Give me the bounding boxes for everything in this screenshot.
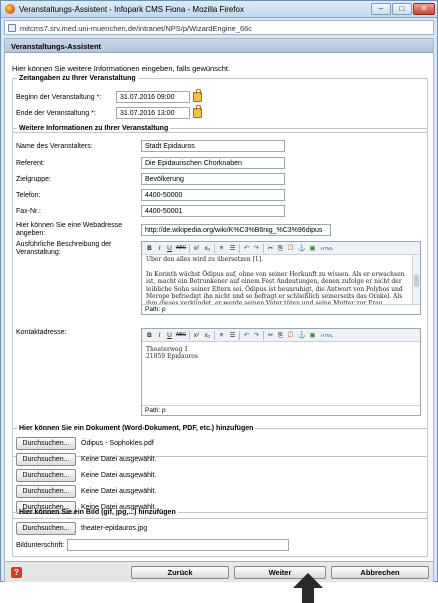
underline-button[interactable]: U: [165, 244, 174, 253]
organizer-label: Name des Veranstalters:: [16, 143, 93, 150]
undo-icon[interactable]: ↶: [242, 244, 251, 253]
page-header: Veranstaltungs-Assistent: [5, 39, 433, 53]
paste-icon[interactable]: 📋: [286, 331, 295, 340]
bold-button[interactable]: B: [145, 244, 154, 253]
wizard-footer: ? Zurück Weiter Abbrechen: [5, 561, 433, 582]
phone-input[interactable]: 4400-50000: [141, 189, 285, 201]
description-label: Ausführliche Beschreibung der Veranstalt…: [16, 241, 112, 256]
unordered-list-icon[interactable]: ≡: [217, 244, 226, 253]
superscript-button[interactable]: x²: [192, 244, 201, 253]
unordered-list-icon[interactable]: ≡: [217, 331, 226, 340]
cut-icon[interactable]: ✂: [266, 331, 275, 340]
browse-document-button-4[interactable]: Durchsuchen...: [16, 485, 76, 498]
caption-input[interactable]: [67, 539, 289, 551]
bold-button[interactable]: B: [145, 331, 154, 340]
ordered-list-icon[interactable]: ☰: [228, 331, 237, 340]
lock-icon[interactable]: [193, 105, 202, 118]
fax-input[interactable]: 4400-50001: [141, 205, 285, 217]
strike-button[interactable]: ABC: [175, 244, 187, 253]
time-legend: Zeitangaben zu Ihrer Veranstaltung: [19, 75, 136, 82]
minimize-button[interactable]: –: [371, 3, 391, 15]
wizard-page: Veranstaltungs-Assistent Hier können Sie…: [4, 38, 434, 582]
editor-toolbar: B I U ABC x² x₂ ≡ ☰ ↶ ↷ ✂ ⎘ 📋 ⚓ ▣ HTML: [142, 329, 420, 342]
cut-icon[interactable]: ✂: [266, 244, 275, 253]
page-icon: [8, 24, 16, 32]
end-label: Ende der Veranstaltung *:: [16, 110, 96, 117]
anchor-icon[interactable]: ⚓: [297, 331, 306, 340]
organizer-input[interactable]: Stadt Epidauros: [141, 140, 285, 152]
image-legend: Hier können Sie ein Bild (gif, jpg,...) …: [19, 509, 176, 516]
description-editor[interactable]: B I U ABC x² x₂ ≡ ☰ ↶ ↷ ✂ ⎘ 📋 ⚓ ▣ HTML Ü…: [141, 241, 421, 315]
start-label: Beginn der Veranstaltung *:: [16, 94, 102, 101]
url-text: mitcms7.srv.med.uni-muenchen.de/intranet…: [20, 24, 253, 33]
redo-icon[interactable]: ↷: [252, 244, 261, 253]
contact-editor[interactable]: B I U ABC x² x₂ ≡ ☰ ↶ ↷ ✂ ⎘ 📋 ⚓ ▣ HTML T…: [141, 328, 421, 416]
document-file-4: Keine Datei ausgewählt.: [81, 488, 157, 495]
speaker-input[interactable]: Die Epidaurischen Chorknaben: [141, 157, 285, 169]
copy-icon[interactable]: ⎘: [276, 244, 285, 253]
image-file: theater-epidauros.jpg: [81, 525, 148, 532]
image-icon[interactable]: ▣: [308, 244, 317, 253]
subscript-button[interactable]: x₂: [203, 331, 212, 340]
browse-image-button[interactable]: Durchsuchen...: [16, 522, 76, 535]
editor-path: Path: p: [142, 304, 420, 314]
ordered-list-icon[interactable]: ☰: [228, 244, 237, 253]
start-date-input[interactable]: 31.07.2016 09:00: [116, 91, 190, 103]
browser-window: Veranstaltungs-Assistent - Infopark CMS …: [0, 0, 438, 582]
fax-label: Fax-Nr.:: [16, 208, 41, 215]
info-legend: Weitere Informationen zu Ihrer Veranstal…: [19, 125, 169, 132]
audience-input[interactable]: Bevölkerung: [141, 173, 285, 185]
contact-label: Kontaktadresse:: [16, 329, 67, 336]
end-date-input[interactable]: 31.07.2016 13:00: [116, 107, 190, 119]
browse-document-button-1[interactable]: Durchsuchen...: [16, 437, 76, 450]
anchor-icon[interactable]: ⚓: [297, 244, 306, 253]
document-file-1: Ödipus - Sophokles.pdf: [81, 440, 154, 447]
image-icon[interactable]: ▣: [308, 331, 317, 340]
help-icon[interactable]: ?: [11, 567, 22, 578]
title-bar: Veranstaltungs-Assistent - Infopark CMS …: [1, 1, 437, 18]
phone-label: Telefon:: [16, 192, 41, 199]
contact-text[interactable]: Theaterweg 1 21059 Epidauros: [146, 346, 410, 361]
url-bar[interactable]: mitcms7.srv.med.uni-muenchen.de/intranet…: [4, 20, 434, 35]
html-button[interactable]: HTML: [319, 244, 335, 253]
subscript-button[interactable]: x₂: [203, 244, 212, 253]
browse-document-button-2[interactable]: Durchsuchen...: [16, 453, 76, 466]
document-file-3: Keine Datei ausgewählt.: [81, 472, 157, 479]
italic-button[interactable]: I: [155, 244, 164, 253]
underline-button[interactable]: U: [165, 331, 174, 340]
editor-path: Path: p: [142, 405, 420, 415]
description-text[interactable]: Über den alles wird zu übersetzen [1]. I…: [146, 256, 410, 304]
web-input[interactable]: http://de.wikipedia.org/wiki/K%C3%B6nig_…: [141, 224, 331, 236]
back-button[interactable]: Zurück: [131, 566, 229, 579]
superscript-button[interactable]: x²: [192, 331, 201, 340]
speaker-label: Referent:: [16, 160, 45, 167]
contact-line: Theaterweg 1: [146, 346, 189, 353]
document-file-2: Keine Datei ausgewählt.: [81, 456, 157, 463]
editor-scrollbar[interactable]: [412, 255, 420, 304]
strike-button[interactable]: ABC: [175, 331, 187, 340]
maximize-button[interactable]: □: [392, 3, 412, 15]
pointer-arrow-icon: [293, 573, 323, 603]
browse-document-button-3[interactable]: Durchsuchen...: [16, 469, 76, 482]
editor-toolbar: B I U ABC x² x₂ ≡ ☰ ↶ ↷ ✂ ⎘ 📋 ⚓ ▣ HTML: [142, 242, 420, 255]
paste-icon[interactable]: 📋: [286, 244, 295, 253]
caption-label: Bildunterschrift:: [16, 542, 65, 549]
redo-icon[interactable]: ↷: [252, 331, 261, 340]
contact-line: 21059 Epidauros: [146, 353, 198, 361]
audience-label: Zielgruppe:: [16, 176, 52, 183]
html-button[interactable]: HTML: [319, 331, 335, 340]
firefox-icon: [5, 4, 15, 14]
intro-text: Hier können Sie weitere Informationen ei…: [12, 64, 231, 73]
close-button[interactable]: ✕: [413, 3, 435, 15]
cancel-button[interactable]: Abbrechen: [331, 566, 429, 579]
lock-icon[interactable]: [193, 89, 202, 102]
copy-icon[interactable]: ⎘: [276, 331, 285, 340]
italic-button[interactable]: I: [155, 331, 164, 340]
window-title: Veranstaltungs-Assistent - Infopark CMS …: [19, 5, 244, 14]
web-label: Hier können Sie eine Webadresse angeben:: [16, 222, 123, 237]
undo-icon[interactable]: ↶: [242, 331, 251, 340]
documents-legend: Hier können Sie ein Dokument (Word-Dokum…: [19, 425, 254, 432]
